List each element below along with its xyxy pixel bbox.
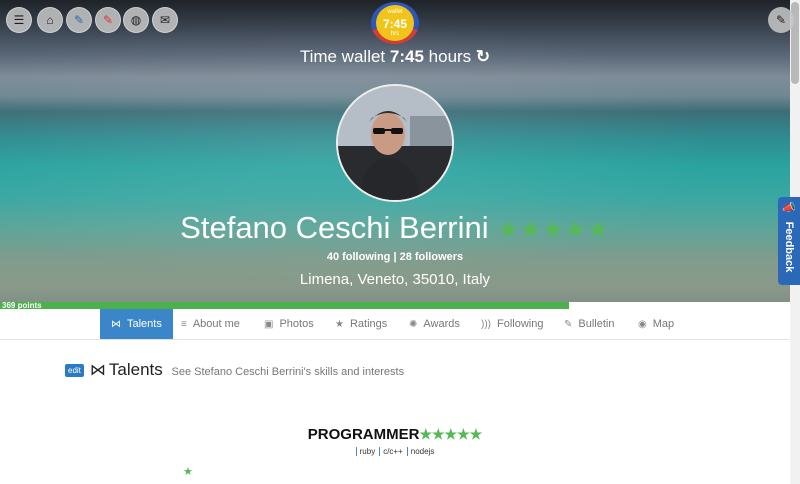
points-progress-fill	[0, 302, 569, 309]
skill-rating-stars: ★★★★★	[419, 426, 483, 442]
avatar[interactable]	[336, 84, 454, 202]
pin-icon: ✎	[564, 319, 573, 330]
list-icon: ≡	[181, 319, 187, 330]
tab-label: About me	[192, 318, 240, 330]
edit-profile-icon[interactable]: ✎	[768, 7, 794, 33]
tab-label: Awards	[423, 318, 460, 330]
skill-tags: ruby c/c++ nodejs	[0, 447, 790, 456]
globe-icon[interactable]: ◍	[123, 7, 149, 33]
tab-awards[interactable]: ✺ Awards	[409, 309, 460, 339]
megaphone-icon: 📣	[782, 202, 796, 214]
section-title: Talents	[108, 360, 163, 379]
tab-label: Following	[497, 318, 544, 330]
feedback-label: Feedback	[783, 221, 795, 273]
tab-label: Ratings	[349, 318, 388, 330]
star-icon: ★	[183, 466, 193, 478]
time-wallet-value: 7:45	[389, 47, 424, 66]
image-icon: ▣	[264, 319, 274, 330]
feedback-button[interactable]: 📣 Feedback	[778, 197, 800, 285]
tab-bulletin[interactable]: ✎ Bulletin	[564, 309, 614, 339]
skill-name: PROGRAMMER	[307, 426, 420, 443]
tab-label: Map	[652, 318, 675, 330]
map-marker-icon: ◉	[638, 319, 647, 330]
points-label: 369 points	[2, 301, 42, 310]
share-icon: ⋈	[111, 319, 121, 330]
wallet-badge-unit: hrs	[390, 31, 400, 37]
section-subtitle: See Stefano Ceschi Berrini's skills and …	[171, 366, 405, 378]
skill-tag[interactable]: c/c++	[379, 447, 405, 456]
tab-label: Photos	[279, 318, 314, 330]
tab-label: Bulletin	[578, 318, 615, 330]
wallet-badge-time: 7:45	[382, 17, 408, 31]
mail-icon[interactable]: ✉	[152, 7, 178, 33]
edit-button[interactable]: edit	[65, 364, 84, 378]
tab-ratings[interactable]: ★ Ratings	[335, 309, 387, 339]
share-icon: ⋈	[89, 362, 106, 379]
section-header: edit ⋈ Talents See Stefano Ceschi Berrini'…	[65, 360, 404, 380]
profile-name: Stefano Ceschi Berrini ★★★★★	[0, 210, 790, 246]
award-icon: ✺	[409, 319, 418, 330]
tab-following[interactable]: ))) Following	[481, 309, 543, 339]
tab-label: Talents	[127, 318, 162, 330]
pin-red-icon[interactable]: ✎	[95, 7, 121, 33]
time-wallet-badge[interactable]: wallet 7:45 hrs	[371, 2, 419, 44]
time-wallet-summary: Time wallet 7:45 hours ↻	[0, 47, 790, 67]
rating-stars: ★★★★★	[497, 216, 610, 244]
wallet-face: wallet 7:45 hrs	[376, 5, 414, 41]
time-wallet-unit: hours	[428, 47, 472, 66]
profile-tabs: ⋈ Talents ≡ About me ▣ Photos ★ Ratings ✺ Awa…	[0, 309, 790, 340]
pin-icon[interactable]: ✎	[66, 7, 92, 33]
skill-card: PROGRAMMER★★★★★ ruby c/c++ nodejs	[0, 426, 790, 456]
menu-icon[interactable]: ☰	[6, 7, 32, 33]
points-progress: 369 points	[0, 301, 790, 310]
tab-about-me[interactable]: ≡ About me	[181, 309, 240, 339]
profile-location: Limena, Veneto, 35010, Italy	[299, 271, 491, 288]
skill-title: PROGRAMMER★★★★★	[0, 426, 790, 443]
skill-tag[interactable]: nodejs	[406, 447, 437, 456]
tab-photos[interactable]: ▣ Photos	[264, 309, 314, 339]
tab-map[interactable]: ◉ Map	[638, 309, 674, 339]
star-icon: ★	[335, 319, 344, 330]
refresh-icon[interactable]: ↻	[476, 47, 490, 66]
rss-icon: )))	[481, 319, 491, 330]
time-wallet-label: Time wallet	[299, 47, 386, 66]
follow-counts[interactable]: 40 following | 28 followers	[0, 251, 790, 263]
profile-name-text: Stefano Ceschi Berrini	[180, 210, 489, 245]
skill-tag[interactable]: ruby	[355, 447, 378, 456]
tab-talents[interactable]: ⋈ Talents	[100, 309, 173, 339]
home-icon[interactable]: ⌂	[37, 7, 63, 33]
wallet-badge-label: wallet	[387, 9, 403, 15]
